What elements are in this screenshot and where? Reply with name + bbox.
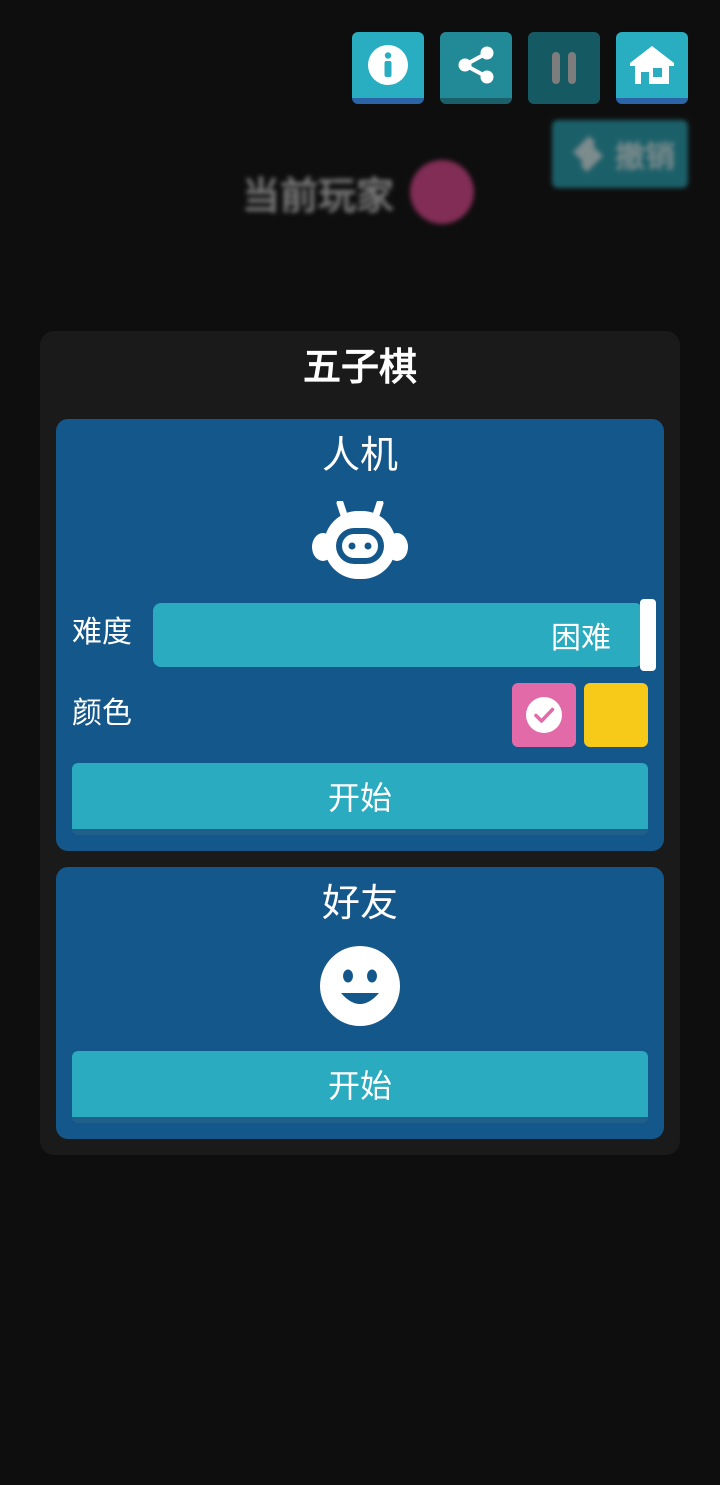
home-icon [630, 46, 674, 84]
info-button[interactable] [352, 32, 424, 104]
info-icon [368, 45, 408, 85]
smiley-icon [320, 946, 400, 1026]
current-player-label: 当前玩家 [242, 173, 395, 218]
undo-label: 撤销 [615, 140, 675, 175]
difficulty-scroll-thumb[interactable] [640, 599, 656, 671]
current-player-disc [410, 160, 475, 224]
friend-mode-card: 好友 开始 [56, 867, 664, 1139]
robot-icon-wrap [310, 501, 410, 581]
difficulty-select[interactable]: 困难 [153, 603, 643, 667]
check-icon [526, 697, 562, 733]
difficulty-label: 难度 [72, 615, 132, 650]
friend-start-button[interactable]: 开始 [72, 1051, 648, 1123]
current-player-indicator: 当前玩家 [242, 160, 475, 224]
smiley-icon-wrap [310, 945, 410, 1027]
ai-mode-card: 人机 难度 困难 颜色 开始 [56, 419, 664, 851]
color-label: 颜色 [72, 696, 132, 731]
color-swatch-yellow[interactable] [584, 683, 648, 747]
difficulty-value: 困难 [551, 621, 611, 656]
undo-button: 撤销 [552, 120, 688, 188]
ticket-icon [573, 136, 603, 172]
pause-button[interactable] [528, 32, 600, 104]
share-icon [458, 46, 494, 84]
color-swatch-pink[interactable] [512, 683, 576, 747]
panel-title: 五子棋 [302, 345, 417, 389]
friend-card-title: 好友 [321, 881, 398, 925]
ai-start-button[interactable]: 开始 [72, 763, 648, 835]
game-mode-panel: 五子棋 人机 难度 困难 颜色 开始 好友 开始 [40, 331, 680, 1155]
robot-icon [312, 501, 408, 579]
pause-icon [552, 52, 576, 84]
ai-card-title: 人机 [321, 433, 398, 477]
home-button[interactable] [616, 32, 688, 104]
share-button[interactable] [440, 32, 512, 104]
